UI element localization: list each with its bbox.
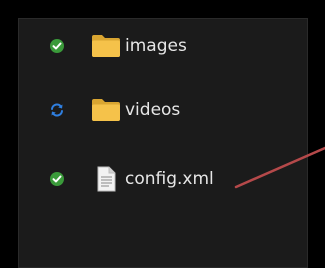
folder-icon <box>92 35 120 57</box>
folder-icon <box>92 99 120 121</box>
list-item-videos[interactable]: videos <box>19 96 259 124</box>
list-item-images[interactable]: images <box>19 32 259 60</box>
file-list-panel: images videos config.xml <box>18 18 308 268</box>
sync-arrows-icon <box>51 103 63 117</box>
list-item-label: config.xml <box>125 169 214 189</box>
list-item-config-xml[interactable]: config.xml <box>19 165 259 193</box>
list-item-label: videos <box>125 100 181 120</box>
check-circle-icon <box>50 39 64 53</box>
document-icon <box>97 166 116 192</box>
check-circle-icon <box>50 172 64 186</box>
list-item-label: images <box>125 36 187 56</box>
